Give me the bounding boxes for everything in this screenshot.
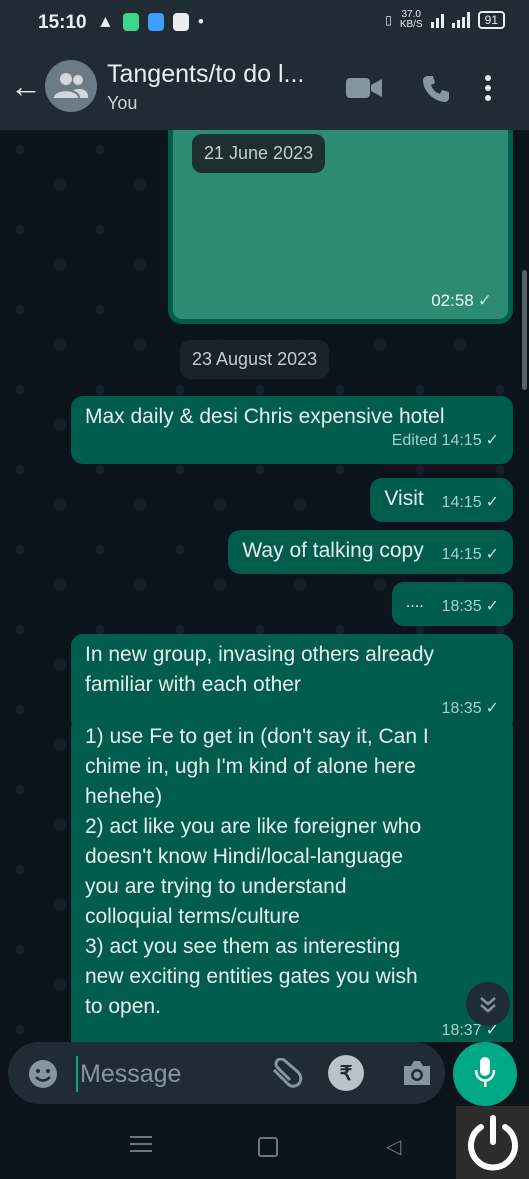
message-bubble[interactable]: Max daily & desi Chris expensive hotel E… <box>71 396 513 464</box>
signal-icon <box>430 12 444 28</box>
message-text: Visit <box>384 487 424 510</box>
message-bubble[interactable]: Visit 14:15 ✓ <box>370 478 513 522</box>
message-meta: 14:15 ✓ <box>442 488 499 518</box>
more-options-icon[interactable] <box>484 74 492 107</box>
sent-tick-icon: ✓ <box>485 432 499 449</box>
message-time: 14:15 <box>441 546 482 563</box>
chat-scrollbar[interactable] <box>522 270 527 390</box>
app-notification-icon <box>172 13 189 31</box>
signal-icon-2 <box>451 12 470 28</box>
more-notifications-icon: • <box>197 12 204 31</box>
message-bubble[interactable]: 1) use Fe to get in (don't say it, Can I… <box>71 716 513 1042</box>
chat-title[interactable]: Tangents/to do l... <box>107 60 337 89</box>
chat-subtitle: You <box>107 93 138 113</box>
message-composer: ₹ <box>0 1042 529 1106</box>
app-notification-icon <box>147 13 164 31</box>
notification-icons: ▲ • <box>97 12 204 32</box>
message-time: 18:35 <box>441 700 482 717</box>
home-icon[interactable] <box>258 1137 278 1157</box>
scroll-down-icon[interactable] <box>466 982 510 1026</box>
message-text: Way of talking copy <box>242 539 424 562</box>
vibrate-icon: ▯ <box>385 13 392 27</box>
mic-button[interactable] <box>453 1042 517 1106</box>
message-time: Edited 14:15 <box>391 432 482 449</box>
network-speed: 37.0 KB/S <box>400 10 423 30</box>
message-line: chime in, ugh I'm kind of alone here <box>85 755 416 778</box>
sent-tick-icon: ✓ <box>485 598 499 615</box>
message-meta: 18:35 ✓ <box>442 592 499 622</box>
attach-icon[interactable] <box>270 1057 304 1093</box>
message-meta: 14:15 ✓ <box>442 540 499 570</box>
recents-menu-icon[interactable] <box>130 1136 152 1157</box>
message-line: 1) use Fe to get in (don't say it, Can I <box>85 725 429 748</box>
back-arrow-icon[interactable]: ← <box>10 68 42 105</box>
message-line: hehehe) <box>85 785 163 808</box>
battery-indicator: 91 <box>477 11 505 29</box>
system-icons: ▯ 37.0 KB/S 91 <box>385 10 505 30</box>
nav-back-icon[interactable]: ◁ <box>386 1134 401 1159</box>
alert-icon: ▲ <box>97 12 114 31</box>
message-time: 14:15 <box>441 494 482 511</box>
status-bar: 15:10 ▲ • ▯ 37.0 KB/S 91 <box>0 0 529 46</box>
message-line: colloquial terms/culture <box>85 905 300 928</box>
app-notification-icon <box>122 13 139 31</box>
message-text: In new group, invasing others already fa… <box>85 643 435 696</box>
status-time: 15:10 <box>38 12 87 33</box>
message-time: 18:37 <box>441 1022 482 1039</box>
sent-tick-icon: ✓ <box>485 546 499 563</box>
message-bubble[interactable]: .... 18:35 ✓ <box>391 582 513 626</box>
message-input-box[interactable]: ₹ <box>8 1042 445 1104</box>
message-meta: 02:58 ✓ <box>431 291 492 311</box>
mic-icon <box>474 1056 496 1093</box>
chat-area[interactable]: 02:58 ✓ 21 June 2023 23 August 2023 Max d… <box>0 130 529 1042</box>
sent-tick-icon: ✓ <box>485 494 499 511</box>
group-avatar-icon[interactable] <box>45 60 97 112</box>
message-time: 02:58 <box>431 291 474 310</box>
date-separator: 23 August 2023 <box>180 340 330 379</box>
message-line: you are trying to understand <box>85 875 347 898</box>
emoji-icon[interactable] <box>28 1059 58 1094</box>
message-line: 3) act you see them as interesting <box>85 935 401 958</box>
camera-icon[interactable] <box>402 1059 432 1092</box>
sent-tick-icon: ✓ <box>485 700 499 717</box>
chat-header: ← Tangents/to do l... You <box>0 46 529 130</box>
power-icon[interactable] <box>456 1106 529 1179</box>
voice-call-icon[interactable] <box>423 74 449 107</box>
sent-tick-icon: ✓ <box>477 291 492 310</box>
system-nav-bar: ◁ <box>0 1106 529 1179</box>
message-time: 18:35 <box>441 598 482 615</box>
rupee-payment-icon[interactable]: ₹ <box>328 1055 364 1091</box>
message-text: .... <box>405 594 424 611</box>
date-chip: 21 June 2023 <box>192 134 326 173</box>
message-line: new exciting entities gates you wish <box>85 965 418 988</box>
message-line: 2) act like you are like foreigner who <box>85 815 422 838</box>
message-input[interactable] <box>76 1056 262 1092</box>
message-line: doesn't know Hindi/local-language <box>85 845 404 868</box>
network-speed-unit: KB/S <box>399 19 423 30</box>
video-call-icon[interactable] <box>346 76 382 105</box>
message-bubble[interactable]: Way of talking copy 14:15 ✓ <box>228 530 513 574</box>
